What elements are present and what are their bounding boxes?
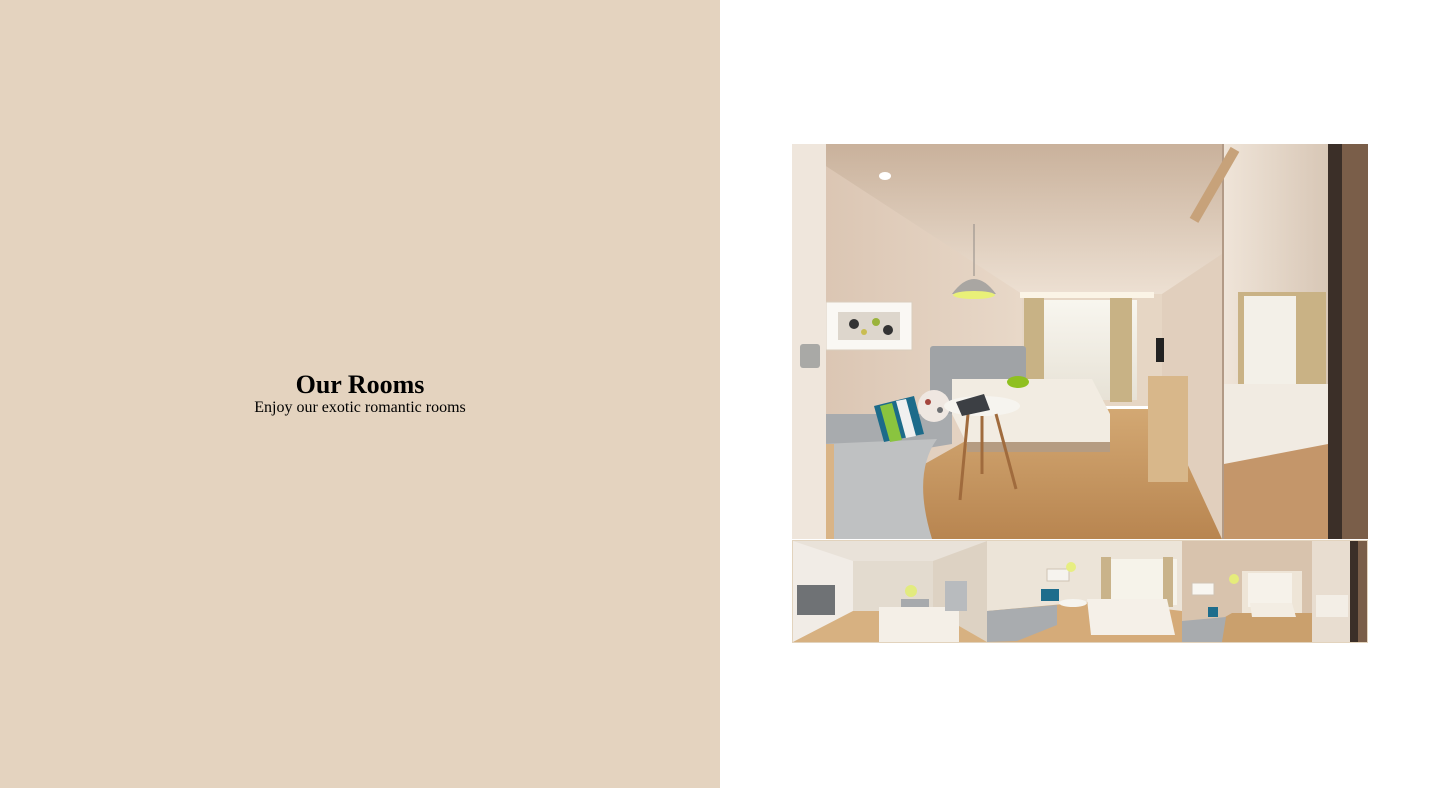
- room-thumbnail-3[interactable]: [1182, 541, 1367, 642]
- right-panel: [720, 0, 1440, 788]
- thumbnail-strip: [792, 540, 1368, 643]
- rooms-intro: Our Rooms Enjoy our exotic romantic room…: [0, 370, 720, 416]
- room-gallery: [792, 144, 1368, 643]
- section-subtitle: Enjoy our exotic romantic rooms: [254, 399, 466, 416]
- left-panel: Our Rooms Enjoy our exotic romantic room…: [0, 0, 720, 788]
- room-thumbnail-1[interactable]: [793, 541, 987, 642]
- room-thumbnail-2[interactable]: [987, 541, 1182, 642]
- main-room-photo: [792, 144, 1368, 539]
- section-title: Our Rooms: [295, 370, 425, 399]
